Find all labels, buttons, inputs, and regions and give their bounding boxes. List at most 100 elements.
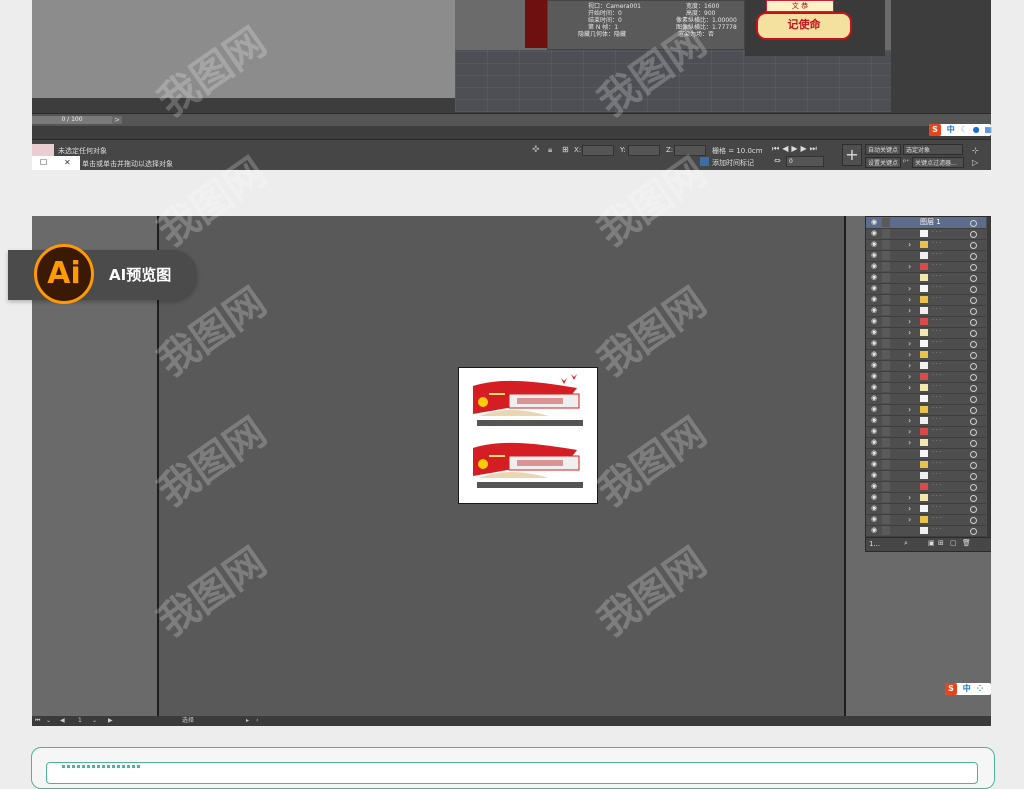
make-clipping-mask-icon[interactable]: ▣ [928, 539, 935, 547]
add-time-tag[interactable]: 添加时间标记 [712, 158, 754, 168]
target-circle-icon[interactable] [970, 275, 977, 282]
time-slider-next-arrow[interactable]: > [112, 116, 122, 124]
locate-object-icon[interactable]: ⌕ [904, 539, 908, 548]
lock-toggle[interactable] [882, 306, 890, 315]
lock-toggle[interactable] [882, 405, 890, 414]
auto-key-button[interactable]: 自动关键点 [865, 144, 901, 155]
visibility-eye-icon[interactable]: ◉ [871, 273, 878, 282]
prev-artboard-icon[interactable]: ◀ [60, 716, 65, 726]
lock-toggle[interactable] [882, 240, 890, 249]
lock-toggle[interactable] [882, 427, 890, 436]
visibility-eye-icon[interactable]: ◉ [871, 449, 878, 458]
visibility-eye-icon[interactable]: ◉ [871, 240, 878, 249]
maxscript-listener[interactable]: ☐ ✕ [32, 156, 80, 170]
visibility-eye-icon[interactable]: ◉ [871, 372, 878, 381]
expand-chevron-icon[interactable]: › [908, 294, 911, 305]
target-circle-icon[interactable] [970, 242, 977, 249]
lock-toggle[interactable] [882, 339, 890, 348]
visibility-eye-icon[interactable]: ◉ [871, 405, 878, 414]
scroll-left-icon[interactable]: ‹ [256, 716, 258, 726]
target-circle-icon[interactable] [970, 418, 977, 425]
expand-chevron-icon[interactable]: › [908, 283, 911, 294]
target-circle-icon[interactable] [970, 484, 977, 491]
expand-chevron-icon[interactable]: › [908, 239, 911, 250]
set-key-button[interactable]: 设置关键点 [865, 157, 901, 168]
zoom-dropdown-icon[interactable]: ⌄ [46, 716, 51, 726]
target-circle-icon[interactable] [970, 429, 977, 436]
time-slider-bar[interactable]: 0 / 100 > [32, 113, 991, 126]
lock-toggle[interactable] [882, 449, 890, 458]
target-circle-icon[interactable] [970, 352, 977, 359]
visibility-eye-icon[interactable]: ◉ [871, 328, 878, 337]
lock-toggle[interactable] [882, 262, 890, 271]
lock-toggle[interactable] [882, 295, 890, 304]
selected-object-dropdown[interactable]: 选定对象 [903, 144, 963, 155]
absolute-mode-icon[interactable]: ⊞ [562, 145, 569, 154]
y-coordinate-field[interactable] [628, 145, 660, 156]
target-circle-icon[interactable] [970, 396, 977, 403]
expand-chevron-icon[interactable]: › [908, 514, 911, 525]
expand-chevron-icon[interactable]: › [908, 316, 911, 327]
visibility-eye-icon[interactable]: ◉ [871, 504, 878, 513]
visibility-eye-icon[interactable]: ◉ [871, 493, 878, 502]
status-menu-icon[interactable]: ▸ [246, 716, 249, 726]
delete-layer-icon[interactable]: 🗑︎ [962, 539, 971, 547]
target-circle-icon[interactable] [970, 407, 977, 414]
target-circle-icon[interactable] [970, 440, 977, 447]
visibility-eye-icon[interactable]: ◉ [871, 339, 878, 348]
target-circle-icon[interactable] [970, 451, 977, 458]
lock-toggle[interactable] [882, 482, 890, 491]
target-circle-icon[interactable] [970, 363, 977, 370]
key-filters-button[interactable]: 关键点过滤器... [912, 157, 964, 168]
target-circle-icon[interactable] [970, 264, 977, 271]
expand-chevron-icon[interactable]: › [908, 404, 911, 415]
lock-toggle[interactable] [882, 218, 890, 227]
visibility-eye-icon[interactable]: ◉ [871, 438, 878, 447]
target-circle-icon[interactable] [970, 385, 977, 392]
expand-chevron-icon[interactable]: › [908, 426, 911, 437]
target-circle-icon[interactable] [970, 341, 977, 348]
visibility-eye-icon[interactable]: ◉ [871, 394, 878, 403]
target-circle-icon[interactable] [970, 374, 977, 381]
layer-row[interactable]: ◉ · · · [866, 525, 986, 537]
expand-chevron-icon[interactable]: › [908, 503, 911, 514]
expand-chevron-icon[interactable]: › [908, 305, 911, 316]
visibility-eye-icon[interactable]: ◉ [871, 350, 878, 359]
target-circle-icon[interactable] [970, 473, 977, 480]
z-coordinate-field[interactable] [674, 145, 706, 156]
artboard-number[interactable]: 1 [78, 716, 82, 726]
expand-chevron-icon[interactable]: › [908, 327, 911, 338]
next-artboard-icon[interactable]: ▶ [108, 716, 113, 726]
expand-chevron-icon[interactable]: › [908, 437, 911, 448]
lock-toggle[interactable] [882, 229, 890, 238]
target-circle-icon[interactable] [970, 319, 977, 326]
visibility-eye-icon[interactable]: ◉ [871, 317, 878, 326]
target-circle-icon[interactable] [970, 297, 977, 304]
target-circle-icon[interactable] [970, 528, 977, 535]
expand-chevron-icon[interactable]: › [908, 371, 911, 382]
visibility-eye-icon[interactable]: ◉ [871, 295, 878, 304]
artboard[interactable] [458, 367, 598, 504]
target-circle-icon[interactable] [970, 231, 977, 238]
lock-toggle[interactable] [882, 460, 890, 469]
lock-toggle[interactable] [882, 526, 890, 535]
visibility-eye-icon[interactable]: ◉ [871, 383, 878, 392]
lock-toggle[interactable] [882, 515, 890, 524]
visibility-eye-icon[interactable]: ◉ [871, 460, 878, 469]
expand-chevron-icon[interactable]: › [908, 382, 911, 393]
target-circle-icon[interactable] [970, 517, 977, 524]
lock-toggle[interactable] [882, 317, 890, 326]
ime-toolbar-top[interactable]: S 中 ☾ ● ▦ [929, 124, 992, 136]
expand-chevron-icon[interactable]: › [908, 349, 911, 360]
lock-toggle[interactable] [882, 383, 890, 392]
lock-toggle[interactable] [882, 372, 890, 381]
visibility-eye-icon[interactable]: ◉ [871, 416, 878, 425]
visibility-eye-icon[interactable]: ◉ [871, 427, 878, 436]
add-key-icon[interactable]: + [842, 144, 862, 166]
new-sublayer-icon[interactable]: ⊞ [938, 539, 944, 547]
lock-toggle[interactable] [882, 350, 890, 359]
target-circle-icon[interactable] [970, 253, 977, 260]
visibility-eye-icon[interactable]: ◉ [871, 306, 878, 315]
expand-chevron-icon[interactable]: › [908, 415, 911, 426]
layers-scrollbar[interactable] [987, 217, 991, 551]
